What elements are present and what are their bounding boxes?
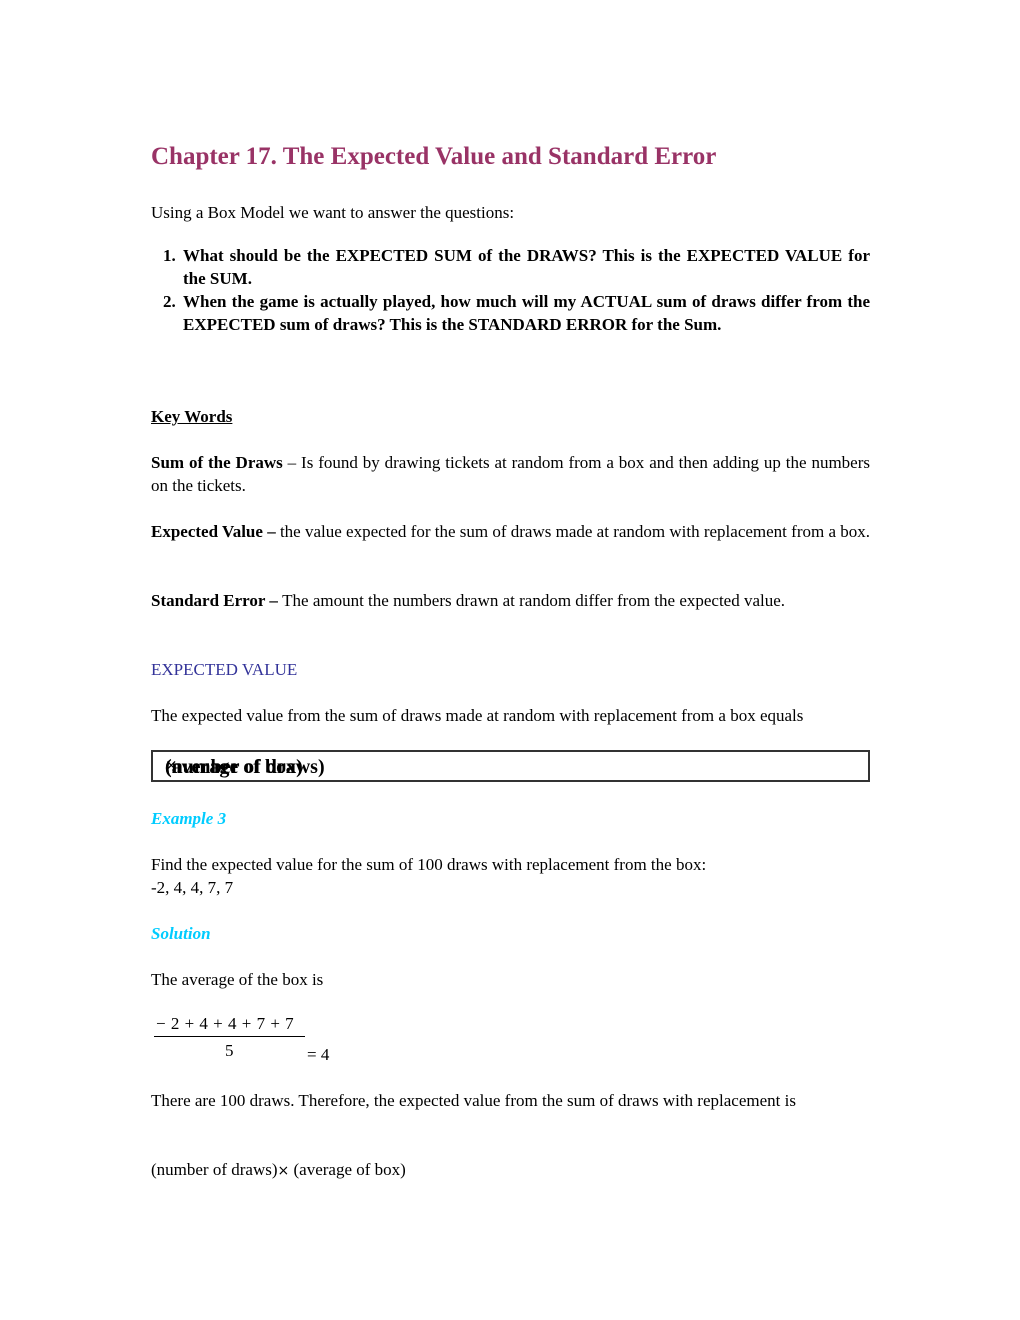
fraction-numerator: − 2 + 4 + 4 + 7 + 7 (156, 1014, 295, 1033)
formula-box: (number of draws) × (average of box) (151, 750, 870, 782)
definition-separator: – (265, 591, 283, 610)
fraction-denominator: 5 (225, 1041, 234, 1060)
intro-text: Using a Box Model we want to answer the … (151, 203, 515, 222)
definition-term: Standard Error (151, 591, 266, 610)
conclusion-text: There are 100 draws. Therefore, the expe… (151, 1091, 796, 1110)
definition-text: the value expected for the sum of draws … (279, 522, 870, 541)
key-words-heading: Key Words (151, 407, 233, 426)
formula-repeat: (number of draws)× (average of box) (151, 1158, 406, 1183)
solution-text: The average of the box is (151, 970, 324, 989)
fraction-bar (154, 1036, 305, 1037)
question-number: 1. (163, 246, 176, 265)
times-operator: × (277, 1163, 290, 1179)
section-heading: EXPECTED VALUE (151, 660, 298, 679)
example-box-values: -2, 4, 4, 7, 7 (151, 878, 234, 897)
example-text: Find the expected value for the sum of 1… (151, 855, 707, 874)
definition-sum-of-draws: Sum of the Draws – Is found by drawing t… (151, 451, 870, 497)
formula-right: (average of box) (289, 1160, 406, 1179)
question-text: When the game is actually played, how mu… (183, 292, 870, 334)
section-text: The expected value from the sum of draws… (151, 706, 804, 725)
formula-right: (average of box) (165, 756, 303, 778)
definition-text: The amount the numbers drawn at random d… (282, 591, 786, 610)
question-list: 1. What should be the EXPECTED SUM of th… (151, 244, 870, 336)
definition-separator: – (262, 522, 280, 541)
definition-standard-error: Standard Error – The amount the numbers … (151, 589, 870, 612)
question-text: What should be the EXPECTED SUM of the D… (183, 246, 870, 288)
definition-separator: – (282, 453, 302, 472)
formula-left: (number of draws) (151, 1160, 278, 1179)
definition-term: Sum of the Draws (151, 453, 283, 472)
fraction-result: = 4 (307, 1045, 330, 1064)
question-item: 2. When the game is actually played, how… (151, 290, 870, 336)
definition-term: Expected Value (151, 522, 263, 541)
question-item: 1. What should be the EXPECTED SUM of th… (151, 244, 870, 290)
solution-heading: Solution (151, 924, 211, 943)
example-heading: Example 3 (151, 809, 227, 828)
chapter-title: Chapter 17. The Expected Value and Stand… (151, 143, 717, 170)
question-number: 2. (163, 292, 176, 311)
definition-expected-value: Expected Value – the value expected for … (151, 520, 905, 543)
